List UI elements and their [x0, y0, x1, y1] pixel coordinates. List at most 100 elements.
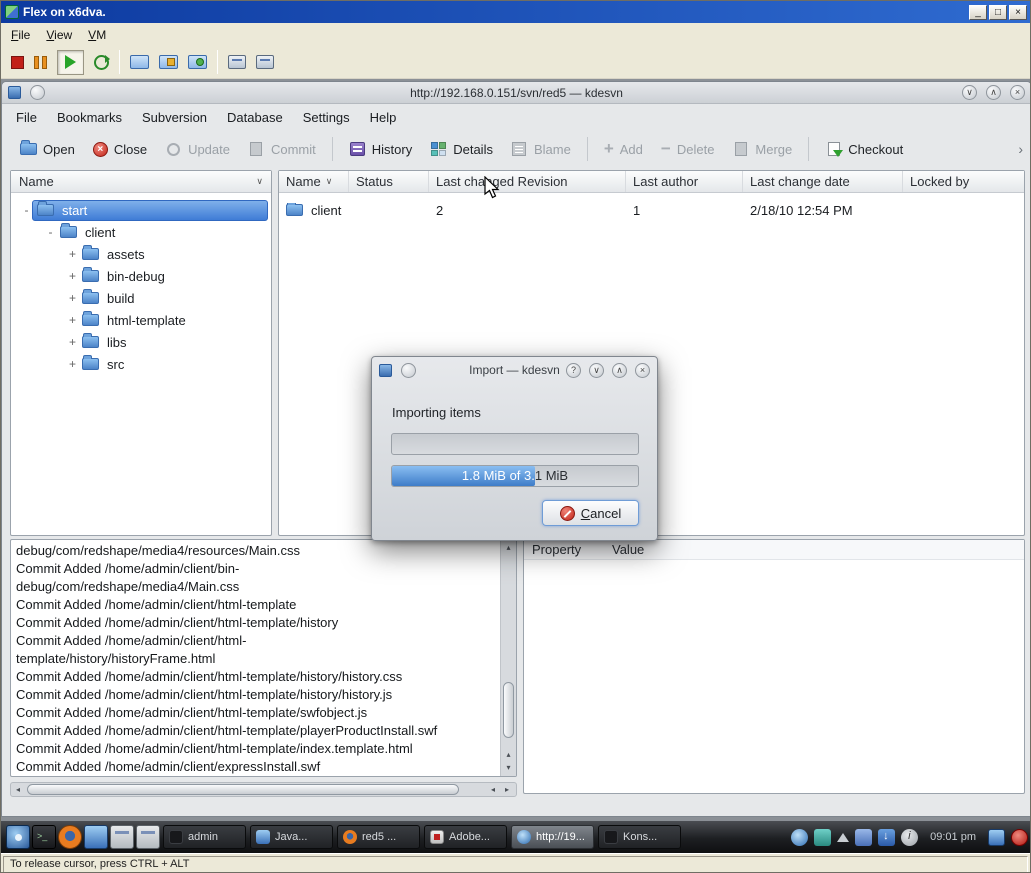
klipper-tray-icon[interactable]: [855, 828, 873, 846]
info-tray-icon[interactable]: [901, 828, 919, 846]
scroll-left-icon[interactable]: ◂: [11, 783, 25, 796]
display-tray-icon[interactable]: [988, 828, 1005, 846]
dialog-minimize-button[interactable]: ∨: [589, 362, 604, 378]
help-button[interactable]: ?: [566, 362, 581, 378]
scroll-down-icon[interactable]: ▾: [501, 762, 516, 774]
stop-icon[interactable]: [11, 55, 24, 69]
expand-icon[interactable]: +: [67, 335, 78, 349]
download-tray-icon[interactable]: [878, 828, 896, 846]
menu-help[interactable]: Help: [360, 106, 407, 129]
expand-icon[interactable]: +: [67, 291, 78, 305]
menu-database[interactable]: Database: [217, 106, 293, 129]
desktop-launcher-icon[interactable]: [84, 825, 108, 849]
tree-item-html-template[interactable]: + html-template: [11, 309, 271, 331]
scrollbar-thumb[interactable]: [503, 681, 514, 739]
dialog-close-button[interactable]: ×: [635, 362, 650, 378]
show-desktop-icon[interactable]: [136, 825, 160, 849]
kmenu-icon[interactable]: [6, 825, 30, 849]
cancel-button[interactable]: Cancel: [542, 500, 639, 526]
column-header-author[interactable]: Last author: [626, 171, 743, 192]
column-header-property[interactable]: Property: [524, 542, 612, 557]
refresh-icon[interactable]: [94, 54, 110, 70]
dialog-window-menu-button[interactable]: [401, 362, 416, 378]
minimize-button[interactable]: ∨: [962, 85, 977, 100]
play-button[interactable]: [57, 49, 84, 75]
terminal-launcher-icon[interactable]: [32, 825, 56, 849]
column-header-value[interactable]: Value: [612, 542, 1024, 557]
list-row-client[interactable]: client 2 1 2/18/10 12:54 PM: [279, 199, 1024, 221]
update-button[interactable]: Update: [157, 136, 238, 163]
konqueror-tray-icon[interactable]: [791, 828, 809, 846]
collapse-icon[interactable]: -: [45, 225, 56, 239]
column-header-locked[interactable]: Locked by: [903, 171, 1024, 192]
menu-settings[interactable]: Settings: [293, 106, 360, 129]
log-vertical-scrollbar[interactable]: ▴ ▴ ▾: [500, 540, 516, 776]
add-button[interactable]: + Add: [596, 137, 651, 162]
column-header-name[interactable]: Name ∨: [279, 171, 349, 192]
taskbar-item-adobe[interactable]: Adobe...: [424, 825, 507, 849]
window-list-icon[interactable]: [110, 825, 134, 849]
menu-subversion[interactable]: Subversion: [132, 106, 217, 129]
revert-icon[interactable]: [188, 55, 207, 69]
taskbar-item-konsole[interactable]: Kons...: [598, 825, 681, 849]
scroll-right-icon[interactable]: ▸: [500, 783, 514, 796]
menu-file[interactable]: File: [6, 106, 47, 129]
scroll-left-icon[interactable]: ◂: [486, 783, 500, 796]
column-header-status[interactable]: Status: [349, 171, 429, 192]
vm-maximize-button[interactable]: □: [989, 4, 1007, 20]
pause-icon[interactable]: [34, 55, 47, 69]
panel-expand-icon[interactable]: [837, 832, 850, 842]
vm-minimize-button[interactable]: _: [969, 4, 987, 20]
chevron-down-icon[interactable]: ∨: [256, 176, 263, 187]
snapshot-icon[interactable]: [159, 55, 178, 69]
history-button[interactable]: History: [341, 136, 420, 163]
tree-item-client[interactable]: - client: [11, 221, 271, 243]
column-header-revision[interactable]: Last changed Revision: [429, 171, 626, 192]
expand-icon[interactable]: +: [67, 269, 78, 283]
log-horizontal-scrollbar[interactable]: ◂ ◂ ▸: [10, 782, 517, 797]
expand-icon[interactable]: +: [67, 247, 78, 261]
vm-menu-view[interactable]: View: [38, 25, 80, 45]
settings-icon[interactable]: [228, 55, 246, 69]
menu-bookmarks[interactable]: Bookmarks: [47, 106, 132, 129]
close-repo-button[interactable]: × Close: [85, 137, 155, 162]
details-button[interactable]: Details: [422, 136, 501, 163]
tree-item-bin-debug[interactable]: + bin-debug: [11, 265, 271, 287]
network-tray-icon[interactable]: [814, 828, 832, 846]
firefox-launcher-icon[interactable]: [58, 825, 82, 849]
clock[interactable]: 09:01 pm: [924, 831, 982, 843]
scroll-up-icon[interactable]: ▴: [501, 542, 516, 554]
power-tray-icon[interactable]: [1011, 828, 1028, 846]
dialog-maximize-button[interactable]: ∧: [612, 362, 627, 378]
scrollbar-thumb[interactable]: [27, 784, 459, 795]
fullscreen-icon[interactable]: [130, 55, 149, 69]
commit-button[interactable]: Commit: [240, 136, 324, 163]
blame-button[interactable]: Blame: [503, 136, 579, 163]
tree-item-libs[interactable]: + libs: [11, 331, 271, 353]
scroll-up-icon[interactable]: ▴: [501, 749, 516, 761]
toolbar-overflow-chevron[interactable]: ›: [1018, 141, 1023, 157]
vm-close-button[interactable]: ×: [1009, 4, 1027, 20]
open-button[interactable]: Open: [12, 136, 83, 163]
tree-item-build[interactable]: + build: [11, 287, 271, 309]
vm-menu-vm[interactable]: VM: [80, 25, 114, 45]
column-header-date[interactable]: Last change date: [743, 171, 903, 192]
kdesvn-titlebar[interactable]: http://192.168.0.151/svn/red5 — kdesvn ∨…: [2, 82, 1030, 104]
taskbar-item-admin[interactable]: admin: [163, 825, 246, 849]
expand-icon[interactable]: +: [67, 357, 78, 371]
merge-button[interactable]: Merge: [724, 136, 800, 163]
maximize-button[interactable]: ∧: [986, 85, 1001, 100]
taskbar-item-java[interactable]: Java...: [250, 825, 333, 849]
close-button[interactable]: ×: [1010, 85, 1025, 100]
dialog-titlebar[interactable]: Import — kdesvn ? ∨ ∧ ×: [372, 357, 657, 383]
collapse-icon[interactable]: -: [21, 203, 32, 217]
unity-icon[interactable]: [256, 55, 274, 69]
delete-button[interactable]: − Delete: [653, 137, 723, 162]
window-menu-button[interactable]: [30, 85, 45, 100]
tree-item-start[interactable]: - start: [11, 199, 271, 221]
vm-menu-file[interactable]: File: [3, 25, 38, 45]
tree-header[interactable]: Name ∨: [11, 171, 271, 193]
taskbar-item-kdesvn[interactable]: http://19...: [511, 825, 594, 849]
expand-icon[interactable]: +: [67, 313, 78, 327]
tree-item-assets[interactable]: + assets: [11, 243, 271, 265]
